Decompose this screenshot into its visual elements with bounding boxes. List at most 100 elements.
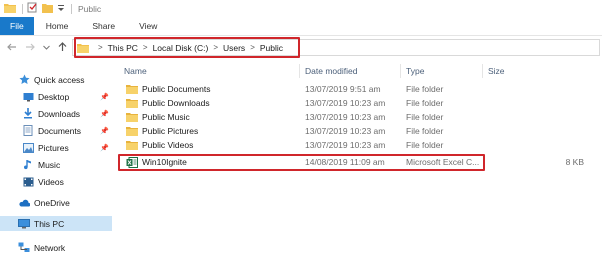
forward-arrow-icon[interactable] bbox=[24, 40, 36, 54]
tab-file[interactable]: File bbox=[0, 17, 34, 35]
sidebar-item-pictures[interactable]: Pictures 📌 bbox=[0, 140, 112, 155]
folder-icon bbox=[126, 112, 138, 122]
file-name: Public Videos bbox=[142, 140, 194, 150]
properties-icon[interactable] bbox=[27, 2, 38, 15]
window-title: Public bbox=[78, 3, 102, 14]
breadcrumb-this-pc[interactable]: This PC bbox=[108, 43, 138, 53]
navigation-pane: Quick access Desktop 📌 Downloads 📌 Docum… bbox=[0, 58, 112, 268]
name-cell: Public Music bbox=[126, 110, 190, 124]
pin-icon[interactable]: 📌 bbox=[100, 144, 109, 152]
breadcrumb-public[interactable]: Public bbox=[260, 43, 283, 53]
star-icon bbox=[18, 74, 30, 86]
sidebar-item-desktop[interactable]: Desktop 📌 bbox=[0, 89, 112, 104]
sidebar-item-downloads[interactable]: Downloads 📌 bbox=[0, 106, 112, 121]
file-type: File folder bbox=[406, 84, 444, 94]
column-header-date-modified[interactable]: Date modified bbox=[305, 64, 357, 78]
name-cell: Public Documents bbox=[126, 82, 211, 96]
date-modified: 13/07/2019 9:51 am bbox=[305, 84, 381, 94]
file-size bbox=[546, 124, 584, 138]
file-name: Public Pictures bbox=[142, 126, 199, 136]
pin-icon[interactable]: 📌 bbox=[100, 127, 109, 135]
pin-icon[interactable]: 📌 bbox=[100, 110, 109, 118]
file-name: Public Documents bbox=[142, 84, 211, 94]
title-bar: Public bbox=[0, 0, 602, 17]
file-type: File folder bbox=[406, 98, 444, 108]
name-cell: Public Videos bbox=[126, 138, 193, 152]
customize-toolbar-icon[interactable] bbox=[57, 3, 65, 15]
chevron-right-icon: > bbox=[98, 43, 103, 52]
sidebar-item-videos[interactable]: Videos bbox=[0, 174, 112, 189]
sidebar-item-label: Desktop bbox=[38, 91, 70, 102]
table-row[interactable]: Public Documents 13/07/2019 9:51 am File… bbox=[112, 82, 602, 96]
folder-icon bbox=[126, 126, 138, 136]
table-row[interactable]: Public Music 13/07/2019 10:23 am File fo… bbox=[112, 110, 602, 124]
breadcrumb-users[interactable]: Users bbox=[223, 43, 245, 53]
column-header-name[interactable]: Name bbox=[124, 64, 147, 78]
title-separator bbox=[22, 3, 23, 14]
file-size bbox=[546, 138, 584, 152]
folder-icon bbox=[4, 3, 16, 15]
column-divider[interactable] bbox=[400, 64, 401, 78]
recent-locations-icon[interactable] bbox=[40, 40, 52, 54]
file-size bbox=[546, 96, 584, 110]
file-type: File folder bbox=[406, 140, 444, 150]
date-modified: 14/08/2019 11:09 am bbox=[305, 157, 385, 167]
tab-home[interactable]: Home bbox=[34, 17, 81, 35]
file-size bbox=[546, 110, 584, 124]
name-cell: Win10Ignite bbox=[126, 155, 187, 169]
folder-icon bbox=[126, 140, 138, 150]
pictures-icon bbox=[22, 142, 34, 154]
sidebar-item-label: OneDrive bbox=[34, 197, 70, 208]
sidebar-item-this-pc[interactable]: This PC bbox=[0, 216, 112, 231]
sidebar-item-onedrive[interactable]: OneDrive bbox=[0, 195, 112, 210]
new-folder-icon[interactable] bbox=[42, 3, 53, 15]
chevron-right-icon[interactable]: > bbox=[250, 43, 255, 52]
table-row[interactable]: Public Downloads 13/07/2019 10:23 am Fil… bbox=[112, 96, 602, 110]
desktop-icon bbox=[22, 91, 34, 103]
file-type: File folder bbox=[406, 126, 444, 136]
file-name: Public Downloads bbox=[142, 98, 210, 108]
breadcrumb-local-disk[interactable]: Local Disk (C:) bbox=[153, 43, 209, 53]
sidebar-item-network[interactable]: Network bbox=[0, 240, 112, 255]
file-type: File folder bbox=[406, 112, 444, 122]
date-modified: 13/07/2019 10:23 am bbox=[305, 98, 386, 108]
file-name: Win10Ignite bbox=[142, 157, 187, 167]
name-cell: Public Pictures bbox=[126, 124, 198, 138]
date-modified: 13/07/2019 10:23 am bbox=[305, 126, 386, 136]
back-arrow-icon[interactable] bbox=[6, 40, 18, 54]
folder-icon bbox=[126, 98, 138, 108]
sidebar-item-music[interactable]: Music bbox=[0, 157, 112, 172]
chevron-right-icon[interactable]: > bbox=[213, 43, 218, 52]
file-name: Public Music bbox=[142, 112, 190, 122]
sidebar-item-documents[interactable]: Documents 📌 bbox=[0, 123, 112, 138]
column-header-type[interactable]: Type bbox=[406, 64, 424, 78]
column-header-size[interactable]: Size bbox=[488, 64, 505, 78]
excel-csv-icon bbox=[126, 156, 138, 168]
sidebar-item-quick-access[interactable]: Quick access bbox=[0, 72, 112, 87]
sidebar-item-label: Pictures bbox=[38, 142, 69, 153]
table-row[interactable]: Public Pictures 13/07/2019 10:23 am File… bbox=[112, 124, 602, 138]
download-icon bbox=[22, 108, 34, 120]
pin-icon[interactable]: 📌 bbox=[100, 93, 109, 101]
document-icon bbox=[22, 125, 34, 137]
address-bar[interactable]: > This PC > Local Disk (C:) > Users > Pu… bbox=[72, 39, 600, 56]
sidebar-item-label: Downloads bbox=[38, 108, 81, 119]
date-modified: 13/07/2019 10:23 am bbox=[305, 112, 386, 122]
address-row: > This PC > Local Disk (C:) > Users > Pu… bbox=[0, 36, 602, 58]
videos-icon bbox=[22, 176, 34, 188]
table-row[interactable]: Win10Ignite 14/08/2019 11:09 am Microsof… bbox=[112, 155, 602, 169]
sidebar-item-label: Network bbox=[34, 242, 66, 253]
up-arrow-icon[interactable] bbox=[56, 40, 68, 54]
column-divider[interactable] bbox=[482, 64, 483, 78]
table-row[interactable]: Public Videos 13/07/2019 10:23 am File f… bbox=[112, 138, 602, 152]
chevron-right-icon[interactable]: > bbox=[143, 43, 148, 52]
file-type: Microsoft Excel C... bbox=[406, 157, 480, 167]
tab-view[interactable]: View bbox=[127, 17, 169, 35]
column-divider[interactable] bbox=[299, 64, 300, 78]
sidebar-item-label: Documents bbox=[38, 125, 81, 136]
sidebar-item-label: Music bbox=[38, 159, 61, 170]
ribbon-tabs: File Home Share View bbox=[0, 17, 602, 36]
tab-share[interactable]: Share bbox=[80, 17, 127, 35]
file-size bbox=[546, 82, 584, 96]
file-size: 8 KB bbox=[565, 157, 584, 167]
